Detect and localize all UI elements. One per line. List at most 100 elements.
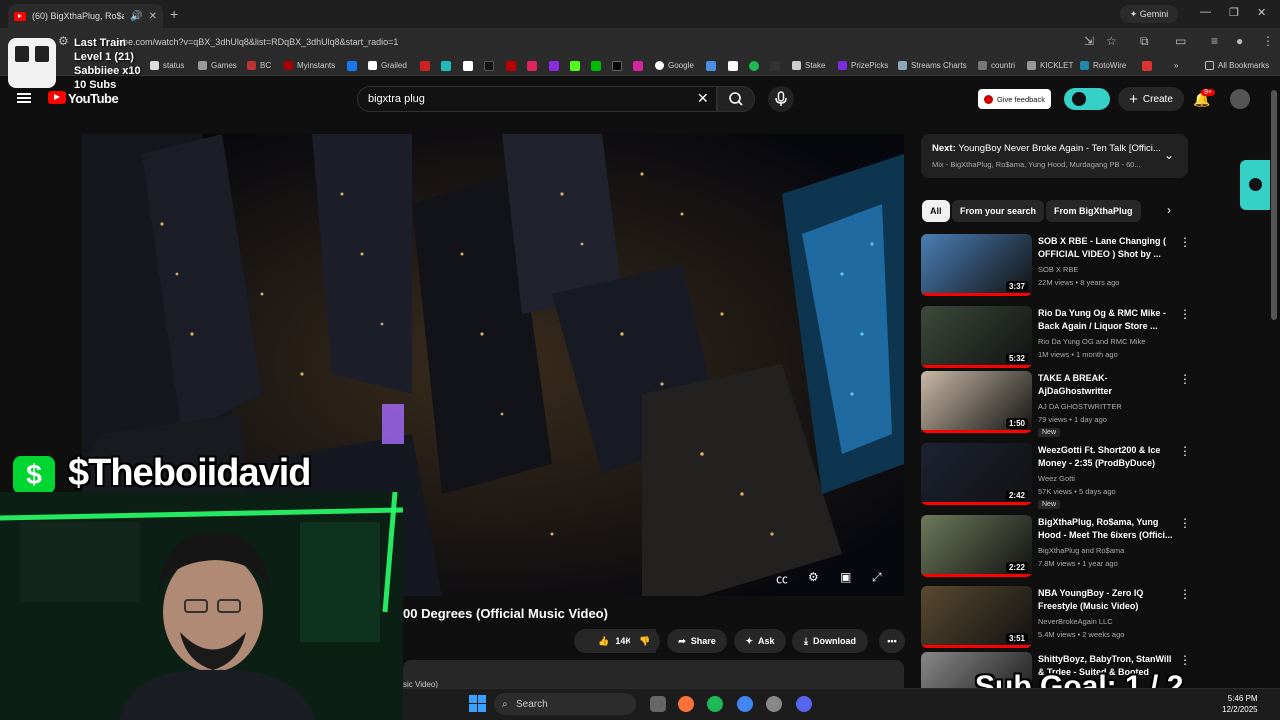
share-button[interactable]: ➦ Share bbox=[667, 629, 727, 653]
more-options-icon[interactable]: ⋮ bbox=[1179, 444, 1191, 458]
recommendation-title[interactable]: TAKE A BREAK- AjDaGhostwritter bbox=[1038, 372, 1176, 398]
maximize-icon[interactable]: ❐ bbox=[1229, 6, 1239, 19]
chip-from-search[interactable]: From your search bbox=[952, 200, 1045, 222]
recommendation-title[interactable]: NBA YoungBoy - Zero IQ Freestyle (Music … bbox=[1038, 587, 1176, 613]
bookmark-icon[interactable] bbox=[420, 61, 430, 71]
recommendation-title[interactable]: Rio Da Yung Og & RMC Mike - Back Again /… bbox=[1038, 307, 1176, 333]
search-button[interactable] bbox=[717, 86, 755, 112]
site-info-icon[interactable]: ⚙ bbox=[58, 34, 69, 48]
video-thumbnail[interactable]: 2:42 bbox=[921, 443, 1032, 505]
bookmark-games[interactable]: Games bbox=[198, 61, 237, 70]
bookmark-icon[interactable] bbox=[484, 61, 494, 71]
create-button[interactable]: + Create bbox=[1118, 87, 1184, 111]
recommendation-channel[interactable]: BigXthaPlug and Ro$ama bbox=[1038, 546, 1124, 555]
hamburger-menu-icon[interactable] bbox=[17, 93, 31, 103]
settings-gear-icon[interactable] bbox=[766, 696, 782, 712]
recommendation-title[interactable]: SOB X RBE - Lane Changing ( OFFICIAL VID… bbox=[1038, 235, 1176, 261]
more-options-icon[interactable]: ⋮ bbox=[1179, 587, 1191, 601]
chip-all[interactable]: All bbox=[922, 200, 950, 222]
give-feedback-button[interactable]: Give feedback bbox=[978, 89, 1051, 109]
description-box[interactable] bbox=[403, 660, 904, 688]
video-thumbnail[interactable]: 5:32 bbox=[921, 306, 1032, 368]
menu-icon[interactable]: ⋮ bbox=[1262, 34, 1274, 48]
system-clock[interactable]: 5:46 PM 12/2/2025 bbox=[1222, 693, 1258, 715]
bookmark-google[interactable]: Google bbox=[655, 61, 694, 70]
bookmark-icon[interactable] bbox=[527, 61, 537, 71]
instagram-icon[interactable] bbox=[633, 61, 643, 71]
bookmark-myinstants[interactable]: Myinstants bbox=[284, 61, 335, 70]
extensions-icon[interactable]: ⧉ bbox=[1140, 34, 1149, 49]
video-thumbnail[interactable]: 2:22 bbox=[921, 515, 1032, 577]
bookmark-grailed[interactable]: Grailed bbox=[368, 61, 407, 70]
page-scrollbar[interactable] bbox=[1271, 90, 1277, 320]
up-next-panel[interactable] bbox=[921, 134, 1188, 178]
recommendation-title[interactable]: BigXthaPlug, Ro$ama, Yung Hood - Meet Th… bbox=[1038, 516, 1176, 542]
close-window-icon[interactable]: ✕ bbox=[1257, 6, 1266, 19]
minimize-icon[interactable]: — bbox=[1200, 6, 1211, 18]
sidebar-icon[interactable]: ▭ bbox=[1175, 34, 1186, 48]
more-options-icon[interactable]: ⋮ bbox=[1179, 653, 1191, 667]
bookmark-rotowire[interactable]: RotoWire bbox=[1080, 61, 1126, 70]
bookmark-icon[interactable] bbox=[1142, 61, 1152, 71]
download-button[interactable]: ⤓ Download bbox=[792, 629, 868, 653]
bookmark-icon[interactable] bbox=[463, 61, 473, 71]
bookmark-status[interactable]: status bbox=[150, 61, 184, 70]
more-options-icon[interactable]: ⋮ bbox=[1179, 372, 1191, 386]
settings-gear-icon[interactable]: ⚙ bbox=[808, 570, 819, 584]
browser-tab[interactable]: (60) BigXthaPlug, Ro$ama 🔊 ✕ bbox=[8, 4, 163, 28]
tab-close-icon[interactable]: ✕ bbox=[149, 11, 157, 22]
install-icon[interactable]: ⇲ bbox=[1084, 34, 1094, 48]
recommendation-channel[interactable]: AJ DA GHOSTWRITTER bbox=[1038, 402, 1122, 411]
bookmark-icon[interactable] bbox=[441, 61, 451, 71]
spotify-icon[interactable] bbox=[707, 696, 723, 712]
profile-icon[interactable]: ● bbox=[1236, 34, 1243, 48]
more-options-icon[interactable]: ⋮ bbox=[1179, 235, 1191, 249]
subtitles-icon[interactable]: ㏄ bbox=[776, 570, 788, 587]
chip-from-channel[interactable]: From BigXthaPlug bbox=[1046, 200, 1141, 222]
video-thumbnail[interactable]: 3:37 bbox=[921, 234, 1032, 296]
bookmark-icon[interactable] bbox=[549, 61, 559, 71]
all-bookmarks[interactable]: All Bookmarks bbox=[1205, 61, 1269, 70]
new-tab-button[interactable]: + bbox=[170, 6, 178, 22]
gemini-button[interactable]: ✦ Gemini bbox=[1120, 5, 1178, 23]
chevron-down-icon[interactable]: ⌄ bbox=[1164, 148, 1174, 162]
spotify-icon[interactable] bbox=[749, 61, 759, 71]
search-input[interactable]: bigxtra plug bbox=[368, 93, 425, 105]
speaker-icon[interactable]: 🔊 bbox=[130, 11, 142, 22]
bookmark-countri[interactable]: countri bbox=[978, 61, 1015, 70]
chevron-right-icon[interactable]: › bbox=[1167, 203, 1171, 217]
firefox-icon[interactable] bbox=[678, 696, 694, 712]
chrome-icon[interactable] bbox=[737, 696, 753, 712]
clear-search-icon[interactable]: ✕ bbox=[697, 90, 709, 107]
bookmark-icon[interactable] bbox=[770, 61, 780, 71]
side-extension-widget[interactable] bbox=[1240, 160, 1270, 210]
bookmark-bc[interactable]: BC bbox=[247, 61, 271, 70]
dislike-button[interactable]: 👎 bbox=[630, 629, 660, 653]
discord-icon[interactable] bbox=[796, 696, 812, 712]
more-options-icon[interactable]: ⋮ bbox=[1179, 307, 1191, 321]
bookmark-prizepicks[interactable]: PrizePicks bbox=[838, 61, 888, 70]
account-avatar[interactable] bbox=[1230, 89, 1250, 109]
bookmark-icon[interactable] bbox=[570, 61, 580, 71]
recommendation-channel[interactable]: Weez Gotti bbox=[1038, 474, 1075, 483]
recommendation-channel[interactable]: NeverBrokeAgain LLC bbox=[1038, 617, 1113, 626]
youtube-logo-icon[interactable] bbox=[48, 91, 66, 104]
bookmark-icon[interactable] bbox=[591, 61, 601, 71]
extension-pill[interactable] bbox=[1064, 88, 1110, 110]
taskbar-search[interactable]: ⌕ Search bbox=[494, 693, 636, 715]
facebook-icon[interactable] bbox=[347, 61, 357, 71]
recommendation-channel[interactable]: SOB X RBE bbox=[1038, 265, 1078, 274]
ask-button[interactable]: ✦ Ask bbox=[734, 629, 786, 653]
task-view-icon[interactable] bbox=[650, 696, 666, 712]
voice-search-button[interactable] bbox=[768, 86, 794, 112]
bookmark-icon[interactable] bbox=[728, 61, 738, 71]
bookmark-streams-charts[interactable]: Streams Charts bbox=[898, 61, 967, 70]
windows-start-icon[interactable] bbox=[469, 695, 486, 712]
video-thumbnail[interactable]: 3:51 bbox=[921, 586, 1032, 648]
fullscreen-icon[interactable]: ⤢ bbox=[872, 570, 882, 585]
youtube-wordmark[interactable]: YouTube bbox=[68, 91, 119, 106]
recommendation-channel[interactable]: Rio Da Yung OG and RMC Mike bbox=[1038, 337, 1145, 346]
bookmark-kicklet[interactable]: KICKLET bbox=[1027, 61, 1073, 70]
more-bookmarks-icon[interactable]: » bbox=[1174, 61, 1178, 70]
miniplayer-icon[interactable]: ▣ bbox=[840, 570, 851, 584]
